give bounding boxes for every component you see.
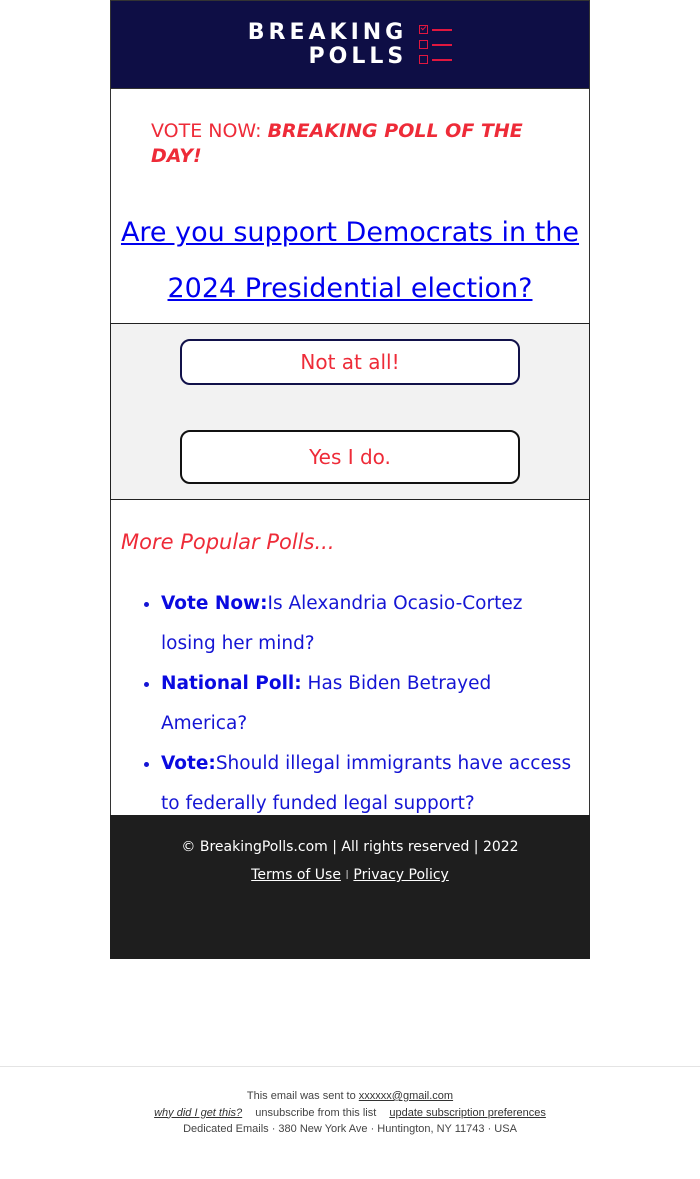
vote-now-banner: VOTE NOW: BREAKING POLL OF THE DAY! bbox=[110, 89, 590, 180]
more-polls-heading: More Popular Polls... bbox=[121, 530, 335, 554]
unsubscribe-link[interactable]: unsubscribe from this list bbox=[255, 1107, 376, 1119]
poll-question-link[interactable]: Are you support Democrats in the 2024 Pr… bbox=[121, 217, 579, 304]
checked-box-icon bbox=[419, 25, 429, 34]
terms-link[interactable]: Terms of Use bbox=[251, 867, 341, 883]
logo-line-1: BREAKING bbox=[247, 19, 408, 45]
answer-yes-button[interactable]: Yes I do. bbox=[180, 430, 520, 484]
answer-options: Not at all! Yes I do. bbox=[110, 323, 590, 500]
poll-question: Are you support Democrats in the 2024 Pr… bbox=[110, 180, 590, 323]
divider bbox=[0, 1066, 700, 1067]
logo[interactable]: BREAKING POLLS bbox=[247, 19, 453, 69]
empty-box-icon bbox=[419, 40, 429, 49]
email-meta-footer: This email was sent to xxxxxx@gmail.com … bbox=[0, 1088, 700, 1138]
vote-now-prefix: VOTE NOW: bbox=[151, 120, 268, 142]
poll-link[interactable]: Vote:Should illegal immigrants have acce… bbox=[161, 753, 571, 814]
preferences-link[interactable]: update subscription preferences bbox=[389, 1107, 546, 1119]
checklist-icon bbox=[419, 25, 453, 64]
recipient-email-link[interactable]: xxxxxx@gmail.com bbox=[359, 1090, 453, 1102]
more-polls-section: More Popular Polls... Vote Now:Is Alexan… bbox=[110, 500, 590, 815]
empty-box-icon bbox=[419, 55, 429, 64]
answer-not-at-all-button[interactable]: Not at all! bbox=[180, 339, 520, 385]
header-banner: BREAKING POLLS bbox=[110, 0, 590, 89]
poll-link[interactable]: Vote Now:Is Alexandria Ocasio-Cortez los… bbox=[161, 593, 522, 654]
copyright: © BreakingPolls.com | All rights reserve… bbox=[181, 839, 519, 855]
logo-text: BREAKING POLLS bbox=[247, 19, 408, 69]
link-separator: I bbox=[345, 868, 349, 882]
more-polls-list: Vote Now:Is Alexandria Ocasio-Cortez los… bbox=[121, 584, 579, 824]
sender-address: Dedicated Emails · 380 New York Ave · Hu… bbox=[183, 1123, 517, 1135]
poll-link[interactable]: National Poll: Has Biden Betrayed Americ… bbox=[161, 673, 491, 734]
list-item: Vote:Should illegal immigrants have acce… bbox=[161, 744, 579, 824]
email-body: BREAKING POLLS VOTE NOW: BREAKING POLL O… bbox=[110, 0, 590, 959]
privacy-link[interactable]: Privacy Policy bbox=[353, 867, 448, 883]
footer: © BreakingPolls.com | All rights reserve… bbox=[110, 815, 590, 959]
list-item: Vote Now:Is Alexandria Ocasio-Cortez los… bbox=[161, 584, 579, 664]
logo-line-2: POLLS bbox=[308, 43, 408, 69]
sent-to-label: This email was sent to bbox=[246, 1090, 359, 1102]
footer-links: Terms of Use I Privacy Policy bbox=[110, 867, 590, 883]
why-link[interactable]: why did I get this? bbox=[154, 1107, 242, 1119]
list-item: National Poll: Has Biden Betrayed Americ… bbox=[161, 664, 579, 744]
